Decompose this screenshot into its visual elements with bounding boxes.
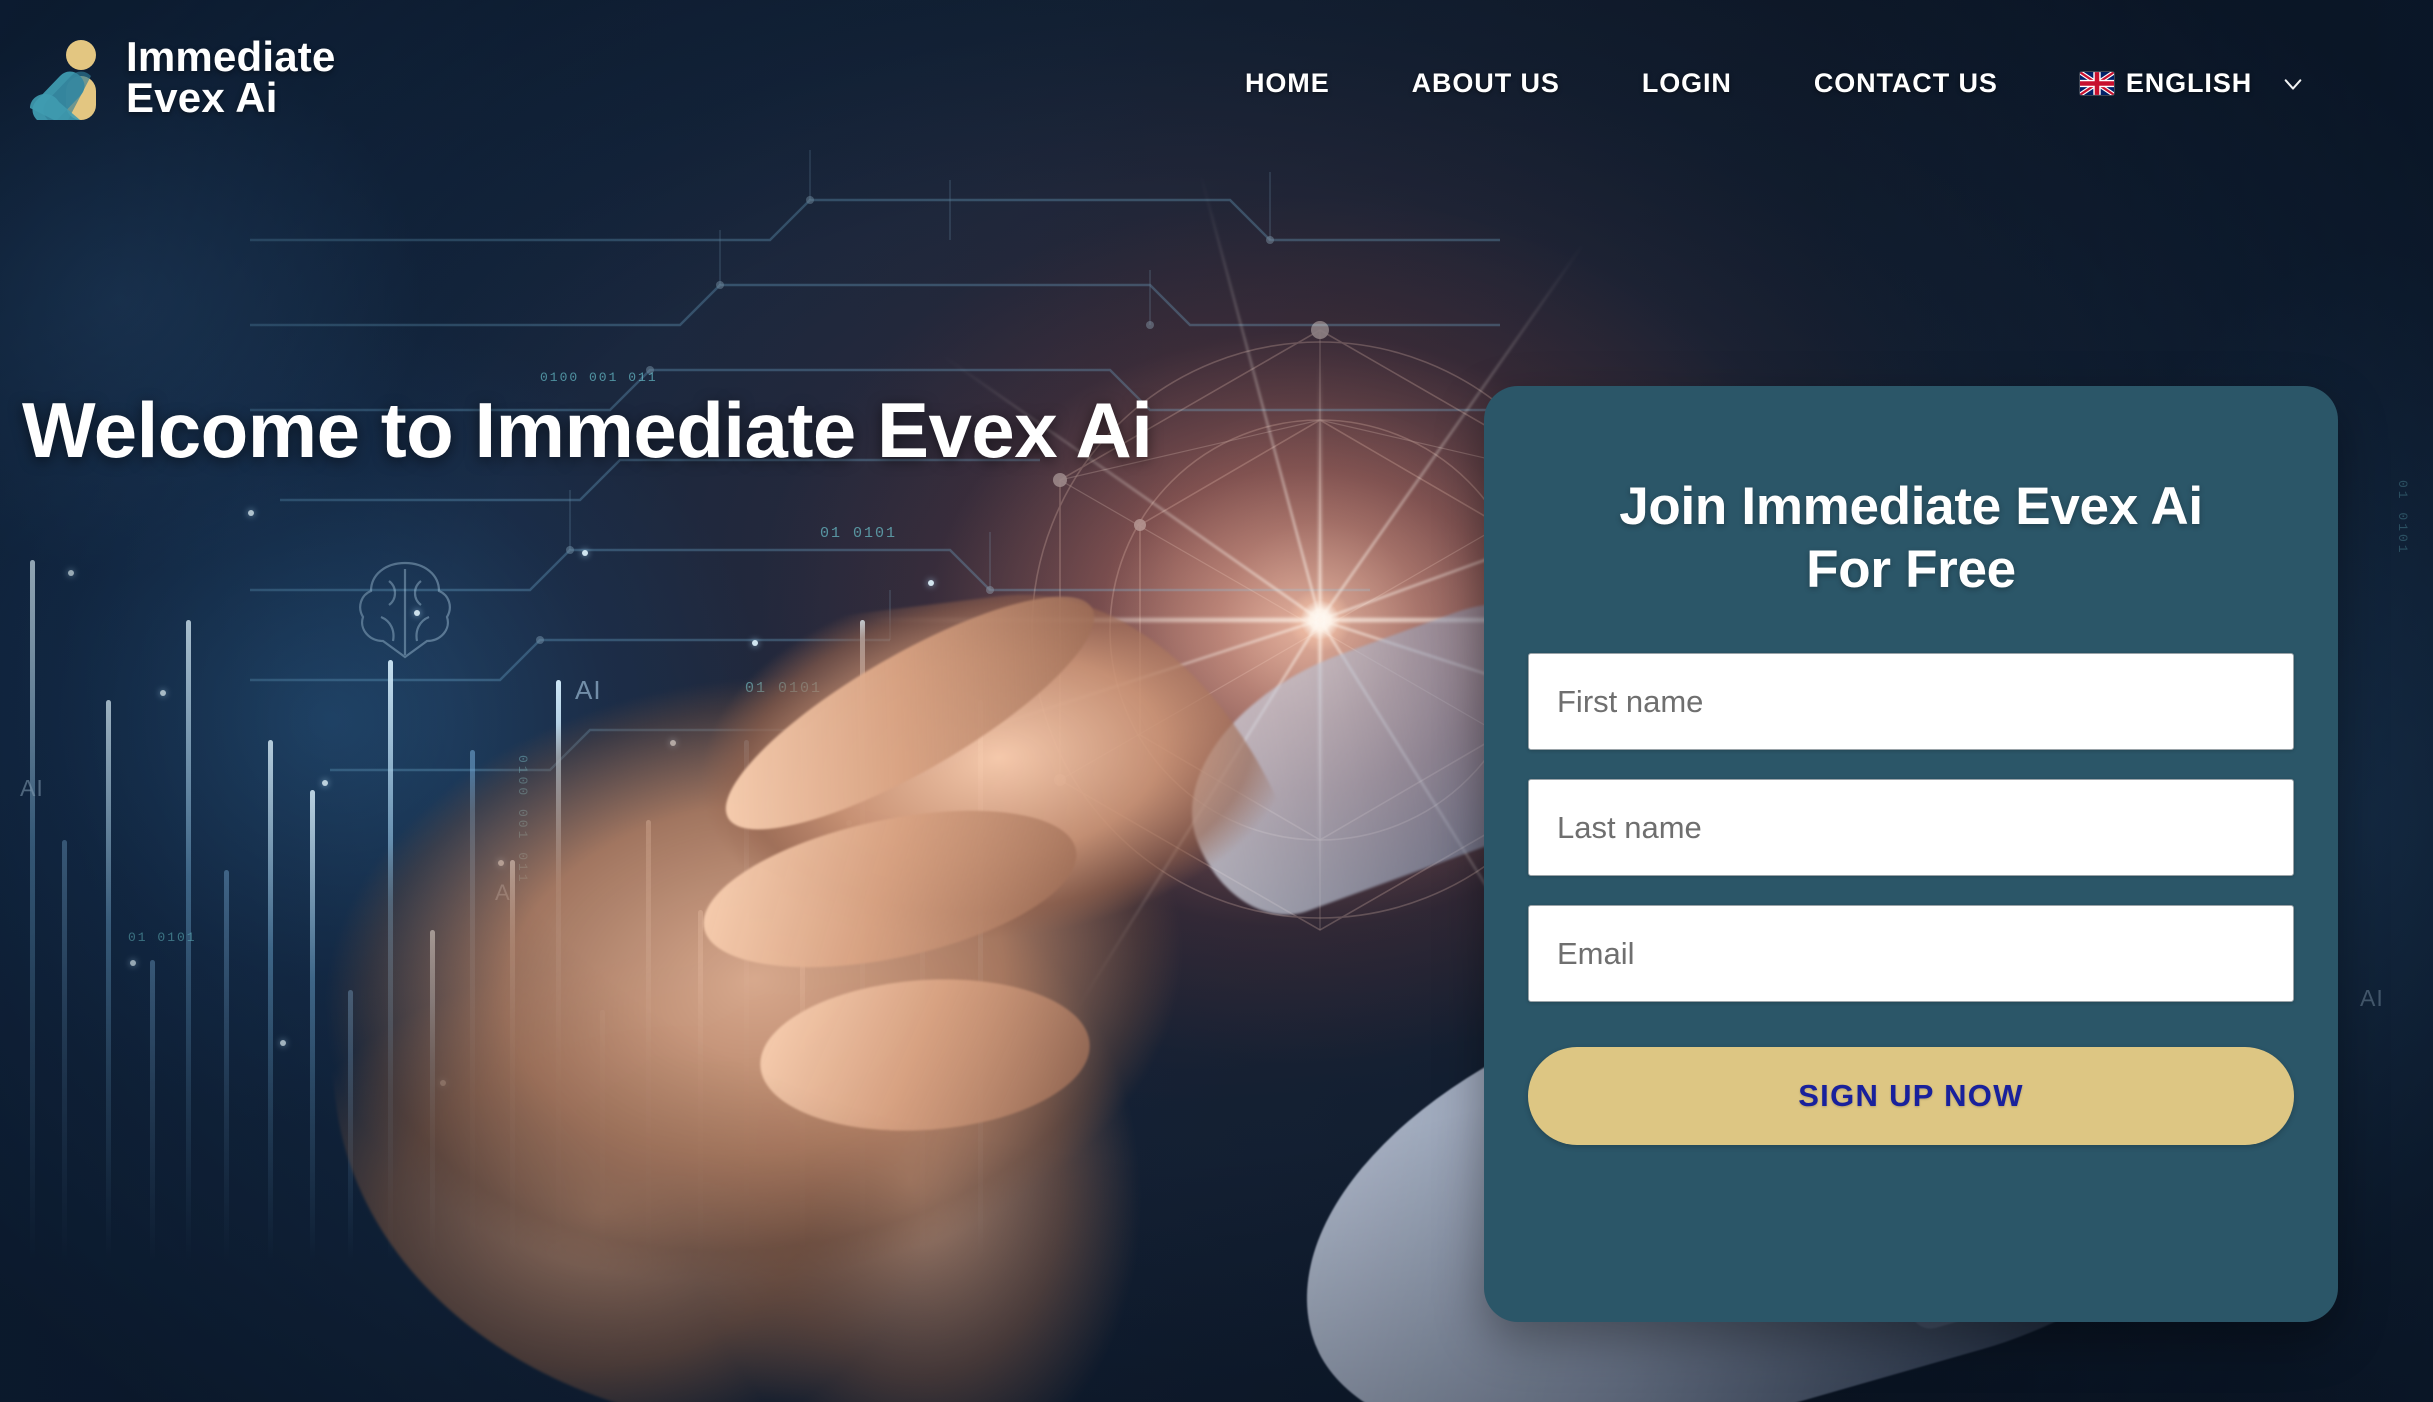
sign-up-now-button[interactable]: SIGN UP NOW [1528,1047,2294,1146]
nav-item-home[interactable]: HOME [1245,60,1330,107]
nav-item-contact-us[interactable]: CONTACT US [1814,60,1998,107]
uk-flag-icon [2079,72,2114,95]
brand-name-line1: Immediate [126,32,336,80]
chevron-down-icon[interactable] [2282,73,2304,95]
page-title: Welcome to Immediate Evex Ai [22,386,1153,474]
language-selector[interactable]: ENGLISH [2079,68,2304,99]
main-navigation: HOME ABOUT US LOGIN CONTACT US ENGLISH [1245,60,2304,107]
signup-card-title: Join Immediate Evex Ai For Free [1528,476,2294,601]
nav-item-login[interactable]: LOGIN [1642,60,1732,107]
email-input[interactable] [1528,905,2294,1003]
brand-logo[interactable]: Immediate Evex Ai [24,34,336,120]
last-name-input[interactable] [1528,779,2294,877]
logo-mark-icon [24,34,110,120]
page-root: AI AI AI AI 01 0101 01 0101 0100 001 011… [0,0,2433,1402]
nav-item-about-us[interactable]: ABOUT US [1412,60,1560,107]
first-name-input[interactable] [1528,653,2294,751]
signup-form: SIGN UP NOW [1528,653,2294,1146]
signup-card: Join Immediate Evex Ai For Free SIGN UP … [1484,386,2338,1322]
signup-title-line1: Join Immediate Evex Ai [1619,477,2203,536]
site-header: Immediate Evex Ai HOME ABOUT US LOGIN CO… [0,0,2433,150]
signup-title-line2: For Free [1806,539,2016,599]
brand-name: Immediate Evex Ai [126,32,336,121]
brand-name-line2: Evex Ai [126,74,278,121]
language-label: ENGLISH [2125,68,2253,98]
